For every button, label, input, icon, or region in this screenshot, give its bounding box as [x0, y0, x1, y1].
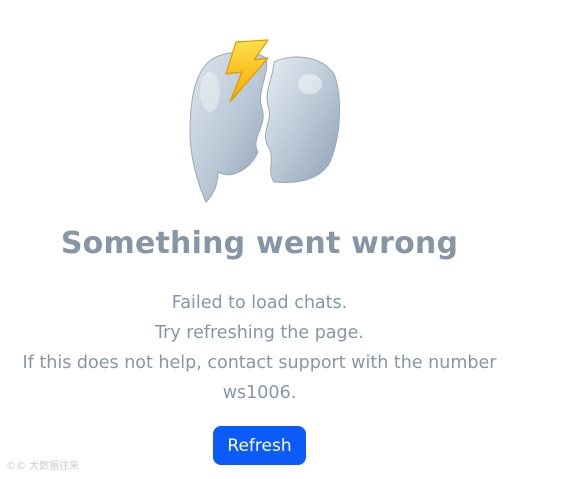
error-title: Something went wrong: [60, 226, 459, 261]
error-message-line: Failed to load chats.: [171, 293, 348, 313]
broken-chat-bubble-with-lightning-icon: [170, 34, 350, 214]
error-message: Failed to load chats. Try refreshing the…: [0, 288, 519, 408]
error-message-line: If this does not help, contact support w…: [22, 353, 497, 373]
error-message-line: Try refreshing the page.: [155, 323, 364, 343]
refresh-button[interactable]: Refresh: [213, 426, 306, 465]
error-page: Something went wrong Failed to load chat…: [0, 0, 574, 479]
watermark: ©© 大数据往来: [6, 461, 80, 472]
error-message-line: ws1006.: [222, 383, 297, 403]
